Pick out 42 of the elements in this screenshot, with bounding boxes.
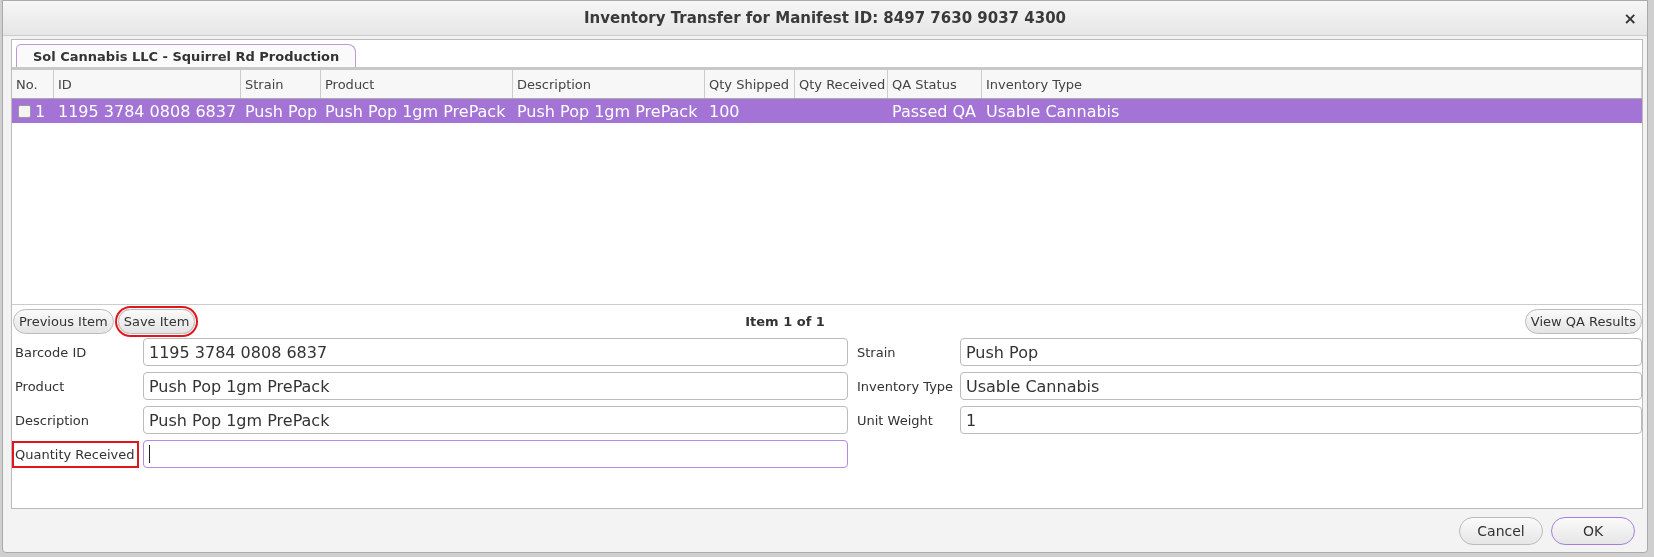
field-label: Quantity Received <box>12 440 139 468</box>
input-field[interactable]: 1195 3784 0808 6837 <box>143 338 848 366</box>
table-cell: 1195 3784 0808 6837 <box>58 101 237 121</box>
input-field[interactable]: Push Pop 1gm PrePack <box>143 406 848 434</box>
table-cell: Push Pop <box>245 101 318 121</box>
input-field[interactable]: 1 <box>960 406 1642 434</box>
checkbox[interactable] <box>18 104 31 118</box>
column-header[interactable]: Qty Shipped <box>705 70 795 98</box>
view-results-button[interactable]: View QA Results <box>1524 309 1642 334</box>
column-header[interactable]: Description <box>513 70 705 98</box>
table-cell: Push Pop 1gm PrePack <box>517 101 698 121</box>
column-header[interactable]: Inventory Type <box>982 70 1642 98</box>
column-header[interactable]: Product <box>321 70 513 98</box>
table-cell: 1 <box>35 101 46 121</box>
text-caret <box>149 445 150 463</box>
dialog-button[interactable]: OK <box>1551 517 1635 545</box>
nav-button[interactable]: Save Item <box>117 309 196 334</box>
column-header[interactable]: QA Status <box>888 70 982 98</box>
input-field[interactable] <box>143 440 848 468</box>
table-cell: Push Pop 1gm PrePack <box>325 101 506 121</box>
table-cell: Passed QA <box>892 101 977 121</box>
column-header[interactable]: ID <box>54 70 241 98</box>
dialog-button[interactable]: Cancel <box>1459 517 1543 545</box>
field-label: Product <box>14 377 66 396</box>
field-label: Unit Weight <box>856 411 934 430</box>
tab[interactable]: Sol Cannabis LLC - Squirrel Rd Production <box>16 44 357 67</box>
field-label: Barcode ID <box>14 343 88 362</box>
field-label: Inventory Type <box>856 377 955 396</box>
table-cell: 100 <box>709 101 740 121</box>
column-header[interactable]: Qty Received <box>795 70 888 98</box>
table-cell: Usable Cannabis <box>986 101 1120 121</box>
input-field[interactable]: Usable Cannabis <box>960 372 1642 400</box>
column-header[interactable]: No. <box>12 70 54 98</box>
close-button[interactable]: × <box>1623 9 1637 28</box>
window-title: Inventory Transfer for Manifest ID: 8497 7630 9037 4300 <box>583 9 1066 27</box>
column-header[interactable]: Strain <box>241 70 321 98</box>
field-label: Strain <box>856 343 897 362</box>
input-field[interactable]: Push Pop 1gm PrePack <box>143 372 848 400</box>
field-label: Description <box>14 411 91 430</box>
item-position: Item 1 of 1 <box>744 314 826 329</box>
nav-button[interactable]: Previous Item <box>13 309 114 334</box>
input-field[interactable]: Push Pop <box>960 338 1642 366</box>
